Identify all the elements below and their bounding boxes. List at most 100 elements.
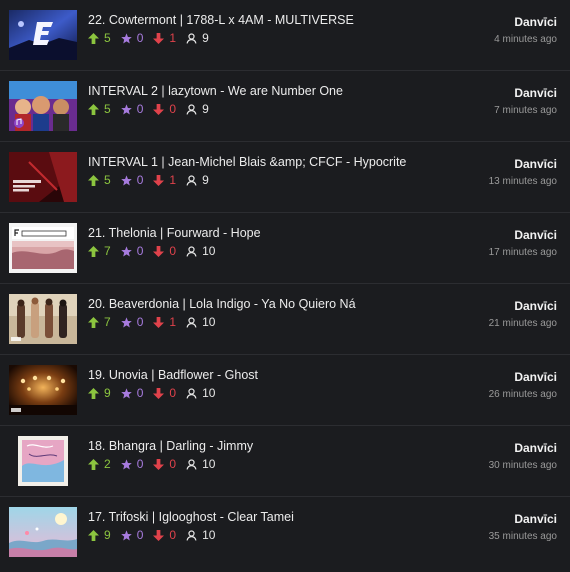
- star-stat[interactable]: 0: [120, 173, 143, 187]
- star-stat[interactable]: 0: [120, 102, 144, 116]
- upvote-stat[interactable]: 9: [88, 386, 111, 400]
- timestamp: 13 minutes ago: [488, 176, 557, 187]
- timestamp: 17 minutes ago: [488, 247, 557, 258]
- downvote-count: 0: [169, 244, 177, 258]
- listeners-stat: 10: [186, 244, 215, 258]
- user-icon: [186, 316, 197, 328]
- list-item[interactable]: 18. Bhangra | Darling - Jimmy 2 0 0 10 D…: [0, 426, 570, 497]
- star-stat[interactable]: 0: [120, 31, 144, 45]
- user-icon: [186, 245, 197, 257]
- downvote-stat[interactable]: 0: [153, 102, 176, 116]
- upvote-count: 7: [104, 315, 111, 329]
- star-count: 0: [136, 102, 144, 116]
- listeners-stat: 9: [186, 102, 209, 116]
- vote-stats: 2 0 0 10: [88, 457, 225, 471]
- vote-stats: 9 0 0 10: [88, 386, 225, 400]
- thumbnail[interactable]: [9, 507, 77, 557]
- timestamp: 7 minutes ago: [494, 105, 557, 116]
- star-stat[interactable]: 0: [120, 315, 144, 329]
- downvote-count: 1: [169, 31, 177, 45]
- author-name[interactable]: Danvīci: [514, 86, 557, 100]
- upvote-stat[interactable]: 5: [88, 173, 111, 187]
- star-icon: [120, 387, 132, 398]
- list-item[interactable]: 22. Cowtermont | 1788-L x 4AM - MULTIVER…: [0, 0, 570, 71]
- downvote-stat[interactable]: 0: [153, 244, 176, 258]
- list-item[interactable]: INTERVAL 2 | lazytown - We are Number On…: [0, 71, 570, 142]
- thumbnail[interactable]: [9, 10, 77, 60]
- star-icon: [120, 174, 132, 185]
- downvote-stat[interactable]: 0: [153, 386, 176, 400]
- author-name[interactable]: Danvīci: [514, 370, 557, 384]
- listener-count: 10: [202, 244, 216, 258]
- upvote-count: 9: [104, 386, 111, 400]
- song-title[interactable]: 21. Thelonia | Fourward - Hope: [88, 226, 261, 240]
- downvote-stat[interactable]: 1: [153, 31, 176, 45]
- upvote-stat[interactable]: 9: [88, 528, 111, 542]
- arrow-down-icon: [153, 245, 165, 257]
- upvote-count: 5: [104, 31, 111, 45]
- arrow-down-icon: [153, 174, 165, 186]
- star-stat[interactable]: 0: [120, 457, 144, 471]
- thumbnail[interactable]: [9, 223, 77, 273]
- author-name[interactable]: Danvīci: [514, 512, 557, 526]
- listener-count: 10: [202, 528, 216, 542]
- song-title[interactable]: 17. Trifoski | Iglooghost - Clear Tamei: [88, 510, 294, 524]
- star-icon: [120, 103, 132, 114]
- arrow-up-icon: [88, 458, 99, 470]
- song-title[interactable]: 19. Unovia | Badflower - Ghost: [88, 368, 258, 382]
- star-icon: [120, 458, 132, 469]
- star-stat[interactable]: 0: [120, 244, 143, 258]
- downvote-stat[interactable]: 0: [153, 457, 176, 471]
- list-item[interactable]: 19. Unovia | Badflower - Ghost 9 0 0 10 …: [0, 355, 570, 426]
- thumbnail[interactable]: [9, 436, 77, 486]
- star-count: 0: [136, 457, 144, 471]
- author-name[interactable]: Danvīci: [514, 15, 557, 29]
- listener-count: 10: [202, 315, 216, 329]
- listener-count: 10: [202, 457, 216, 471]
- timestamp: 35 minutes ago: [488, 531, 557, 542]
- thumbnail[interactable]: [9, 365, 77, 415]
- song-title[interactable]: INTERVAL 1 | Jean-Michel Blais &amp; CFC…: [88, 155, 406, 169]
- list-item[interactable]: 21. Thelonia | Fourward - Hope 7 0 0 10 …: [0, 213, 570, 284]
- list-item[interactable]: INTERVAL 1 | Jean-Michel Blais &amp; CFC…: [0, 142, 570, 213]
- upvote-stat[interactable]: 7: [88, 244, 111, 258]
- song-title[interactable]: 22. Cowtermont | 1788-L x 4AM - MULTIVER…: [88, 13, 354, 27]
- star-stat[interactable]: 0: [120, 528, 143, 542]
- author-name[interactable]: Danvīci: [514, 157, 557, 171]
- upvote-count: 7: [104, 244, 111, 258]
- downvote-count: 0: [169, 528, 177, 542]
- thumbnail[interactable]: [9, 152, 77, 202]
- list-item[interactable]: 20. Beaverdonia | Lola Indigo - Ya No Qu…: [0, 284, 570, 355]
- song-title[interactable]: INTERVAL 2 | lazytown - We are Number On…: [88, 84, 343, 98]
- arrow-up-icon: [88, 32, 99, 44]
- user-icon: [186, 387, 197, 399]
- user-icon: [186, 458, 197, 470]
- downvote-count: 0: [169, 457, 177, 471]
- upvote-stat[interactable]: 5: [88, 102, 111, 116]
- arrow-up-icon: [88, 103, 99, 115]
- author-name[interactable]: Danvīci: [514, 228, 557, 242]
- downvote-stat[interactable]: 1: [153, 315, 176, 329]
- thumbnail[interactable]: [9, 294, 77, 344]
- upvote-stat[interactable]: 7: [88, 315, 111, 329]
- downvote-stat[interactable]: 1: [153, 173, 176, 187]
- arrow-up-icon: [88, 387, 99, 399]
- downvote-stat[interactable]: 0: [153, 528, 176, 542]
- upvote-stat[interactable]: 2: [88, 457, 111, 471]
- star-count: 0: [136, 315, 144, 329]
- star-stat[interactable]: 0: [120, 386, 143, 400]
- song-title[interactable]: 18. Bhangra | Darling - Jimmy: [88, 439, 253, 453]
- star-count: 0: [136, 31, 144, 45]
- vote-stats: 9 0 0 10: [88, 528, 225, 542]
- arrow-down-icon: [153, 32, 165, 44]
- song-title[interactable]: 20. Beaverdonia | Lola Indigo - Ya No Qu…: [88, 297, 356, 311]
- vote-stats: 5 0 1 9: [88, 173, 219, 187]
- author-name[interactable]: Danvīci: [514, 441, 557, 455]
- author-name[interactable]: Danvīci: [514, 299, 557, 313]
- thumbnail[interactable]: [9, 81, 77, 131]
- arrow-down-icon: [153, 458, 165, 470]
- arrow-down-icon: [153, 529, 165, 541]
- list-item[interactable]: 17. Trifoski | Iglooghost - Clear Tamei …: [0, 497, 570, 568]
- upvote-count: 5: [104, 102, 111, 116]
- upvote-stat[interactable]: 5: [88, 31, 111, 45]
